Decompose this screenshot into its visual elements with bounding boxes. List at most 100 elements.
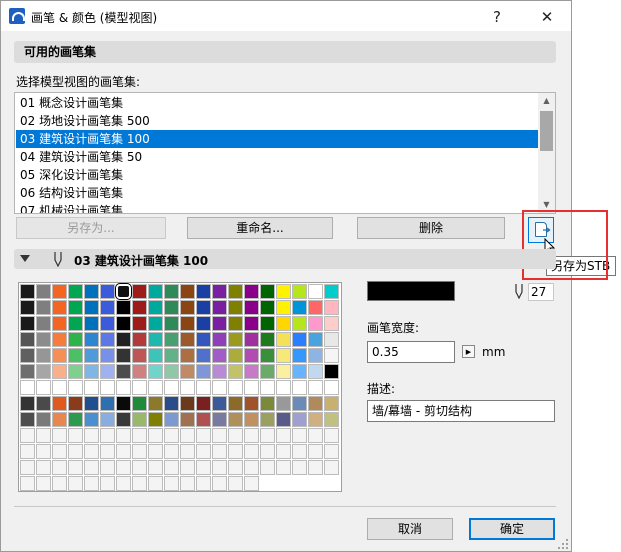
pen-color-cell-empty[interactable] (20, 428, 35, 443)
pen-color-cell-empty[interactable] (228, 460, 243, 475)
pen-color-cell-empty[interactable] (180, 444, 195, 459)
pen-color-cell[interactable] (164, 300, 179, 315)
pen-color-cell[interactable] (228, 316, 243, 331)
pen-color-cell[interactable] (260, 396, 275, 411)
pen-color-cell[interactable] (324, 412, 339, 427)
pen-color-cell[interactable] (308, 348, 323, 363)
pen-color-cell[interactable] (164, 364, 179, 379)
pen-color-cell-empty[interactable] (100, 476, 115, 491)
pen-color-cell[interactable] (68, 364, 83, 379)
pen-color-cell[interactable] (68, 300, 83, 315)
pen-color-cell[interactable] (52, 300, 67, 315)
pen-color-cell[interactable] (276, 380, 291, 395)
pen-color-cell-empty[interactable] (260, 444, 275, 459)
pen-color-cell[interactable] (84, 364, 99, 379)
pen-color-cell-empty[interactable] (68, 428, 83, 443)
pen-color-cell-empty[interactable] (116, 444, 131, 459)
pen-color-cell[interactable] (84, 332, 99, 347)
pen-color-cell[interactable] (292, 396, 307, 411)
pen-color-cell-empty[interactable] (20, 444, 35, 459)
pen-color-cell[interactable] (228, 300, 243, 315)
pen-color-cell[interactable] (116, 380, 131, 395)
pen-color-cell-empty[interactable] (308, 460, 323, 475)
pen-color-cell[interactable] (212, 300, 227, 315)
pen-color-cell[interactable] (260, 380, 275, 395)
pen-color-cell-empty[interactable] (308, 444, 323, 459)
pen-color-cell[interactable] (292, 412, 307, 427)
pen-color-cell[interactable] (116, 316, 131, 331)
pen-color-cell[interactable] (36, 348, 51, 363)
pen-color-cell-empty[interactable] (132, 460, 147, 475)
pen-color-cell[interactable] (212, 284, 227, 299)
pen-color-cell[interactable] (196, 332, 211, 347)
pen-color-cell[interactable] (212, 316, 227, 331)
pen-set-list[interactable]: 01 概念设计画笔集 02 场地设计画笔集 500 03 建筑设计画笔集 100 04… (14, 92, 556, 214)
pen-color-cell[interactable] (276, 284, 291, 299)
pen-color-cell[interactable] (228, 348, 243, 363)
pen-color-cell[interactable] (84, 300, 99, 315)
pen-color-cell-empty[interactable] (100, 428, 115, 443)
pen-color-cell[interactable] (100, 332, 115, 347)
pen-color-cell[interactable] (180, 300, 195, 315)
pen-color-cell-empty[interactable] (212, 460, 227, 475)
pen-color-cell[interactable] (292, 316, 307, 331)
pen-color-cell[interactable] (20, 412, 35, 427)
pen-color-cell[interactable] (20, 380, 35, 395)
pen-color-cell[interactable] (196, 396, 211, 411)
pen-color-cell[interactable] (116, 300, 131, 315)
pen-color-cell-empty[interactable] (164, 428, 179, 443)
pen-color-cell[interactable] (100, 364, 115, 379)
pen-color-cell-empty[interactable] (84, 444, 99, 459)
pen-color-cell[interactable] (68, 412, 83, 427)
pen-color-cell[interactable] (116, 412, 131, 427)
pen-color-cell[interactable] (308, 364, 323, 379)
pen-color-cell[interactable] (196, 348, 211, 363)
pen-color-cell[interactable] (116, 364, 131, 379)
collapse-triangle-icon[interactable] (20, 255, 30, 263)
pen-color-cell[interactable] (260, 332, 275, 347)
pen-color-grid[interactable] (18, 282, 342, 492)
list-scrollbar[interactable]: ▲ ▼ (538, 93, 555, 213)
pen-color-cell[interactable] (148, 364, 163, 379)
delete-button[interactable]: 删除 (357, 217, 505, 239)
pen-color-cell-empty[interactable] (276, 428, 291, 443)
pen-color-cell[interactable] (324, 364, 339, 379)
pen-color-cell[interactable] (164, 380, 179, 395)
pen-color-cell[interactable] (100, 396, 115, 411)
pen-color-cell[interactable] (244, 300, 259, 315)
pen-color-cell[interactable] (36, 396, 51, 411)
pen-color-cell[interactable] (132, 412, 147, 427)
pen-color-cell[interactable] (212, 332, 227, 347)
pen-color-cell[interactable] (20, 364, 35, 379)
pen-color-cell-empty[interactable] (84, 460, 99, 475)
pen-color-cell-empty[interactable] (36, 428, 51, 443)
pen-color-cell[interactable] (196, 316, 211, 331)
pen-color-cell[interactable] (164, 396, 179, 411)
pen-set-list-item[interactable]: 04 建筑设计画笔集 50 (16, 148, 542, 166)
close-button[interactable]: ✕ (525, 2, 569, 32)
pen-color-cell[interactable] (276, 412, 291, 427)
pen-color-cell[interactable] (244, 284, 259, 299)
pen-color-cell[interactable] (84, 412, 99, 427)
pen-color-cell[interactable] (180, 396, 195, 411)
pen-color-cell[interactable] (244, 380, 259, 395)
pen-set-list-item[interactable]: 03 建筑设计画笔集 100 (16, 130, 542, 148)
pen-color-cell[interactable] (292, 364, 307, 379)
pen-color-cell[interactable] (164, 348, 179, 363)
pen-color-cell-empty[interactable] (180, 476, 195, 491)
pen-color-cell[interactable] (276, 332, 291, 347)
pen-color-cell[interactable] (212, 412, 227, 427)
pen-color-cell-empty[interactable] (84, 428, 99, 443)
pen-color-cell-empty[interactable] (132, 444, 147, 459)
pen-color-cell[interactable] (292, 380, 307, 395)
pen-color-cell-empty[interactable] (212, 444, 227, 459)
pen-color-cell[interactable] (276, 348, 291, 363)
pen-color-cell[interactable] (164, 412, 179, 427)
pen-color-cell-empty[interactable] (196, 444, 211, 459)
pen-color-cell[interactable] (36, 300, 51, 315)
pen-color-cell-empty[interactable] (148, 460, 163, 475)
pen-color-cell[interactable] (84, 380, 99, 395)
pen-color-cell[interactable] (148, 300, 163, 315)
pen-color-cell[interactable] (20, 284, 35, 299)
pen-color-cell[interactable] (100, 300, 115, 315)
